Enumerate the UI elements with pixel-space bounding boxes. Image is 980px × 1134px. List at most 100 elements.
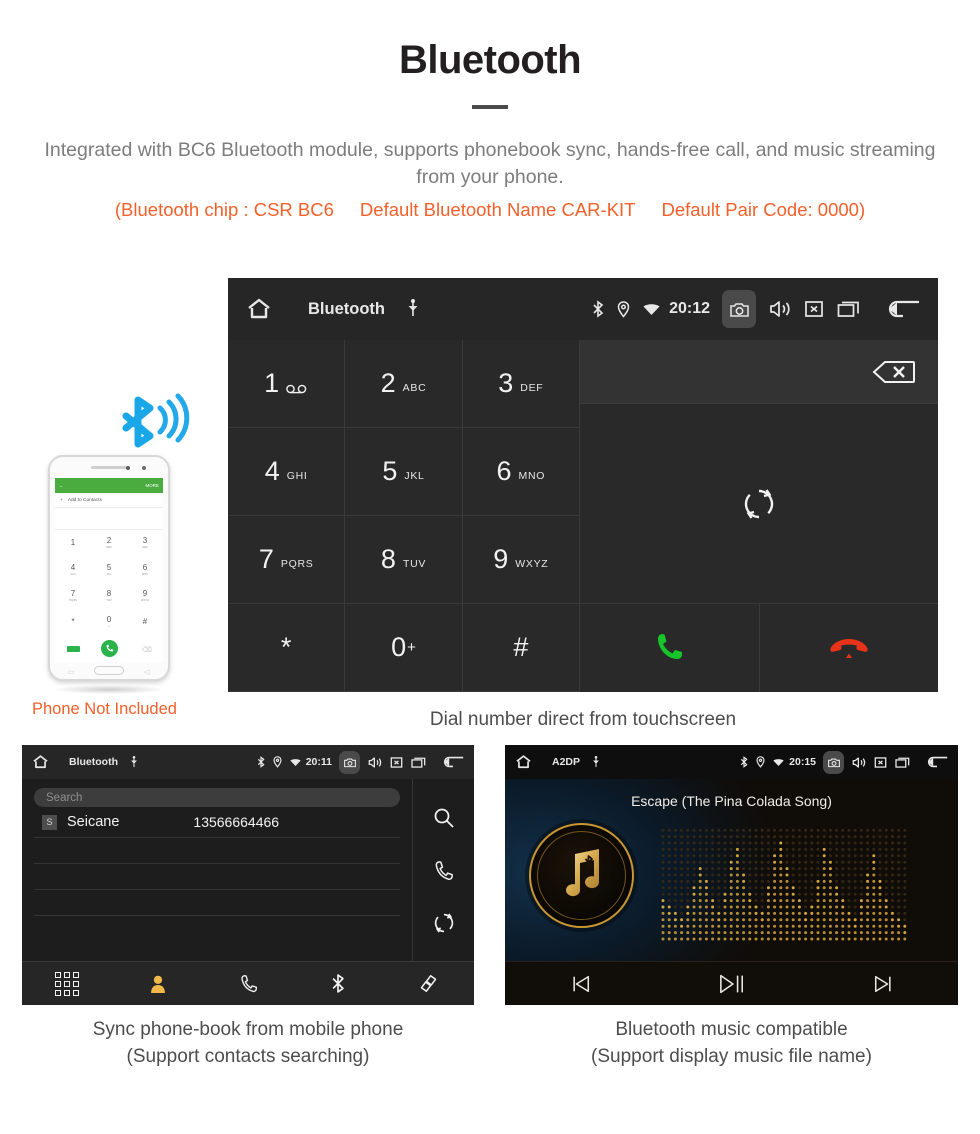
bluetooth-icon [331,973,345,994]
recents-icon[interactable] [837,299,860,319]
phone-key-6: 6 MNO [141,562,149,576]
phone-shadow [53,685,165,694]
search-icon[interactable] [433,807,455,829]
play-pause-icon [719,973,745,995]
close-icon[interactable] [390,756,403,769]
person-icon [149,974,167,994]
camera-icon[interactable] [722,290,756,328]
key-1[interactable]: 1 [228,340,346,428]
key-6[interactable]: 6 MNO [462,428,580,516]
phone-key-star: * [71,617,75,627]
previous-button[interactable] [505,974,656,994]
handset-icon[interactable] [433,860,454,881]
back-icon[interactable] [442,755,464,769]
phone-menu-key: ▭ [68,668,75,676]
song-title: Escape (The Pina Colada Song) [631,793,832,809]
phone-key-backspace: ⌫ [142,646,152,654]
end-call-icon [829,635,869,661]
sync-button[interactable] [580,404,938,604]
phone-back-arrow: ← [59,483,64,488]
dialpad-icon [55,971,80,996]
phone-call-button [91,636,127,662]
tab-call-log[interactable] [203,974,293,993]
dialer-right-pane [580,340,938,692]
key-4[interactable]: 4 GHI [228,428,346,516]
key-0[interactable]: 0 + [345,604,463,692]
volume-icon[interactable] [769,299,791,319]
volume-icon[interactable] [852,756,866,769]
recents-icon[interactable] [895,756,910,769]
close-icon[interactable] [874,756,887,769]
keypad: 1 2 ABC 3 DEF 4 GHI 5 JKL 6 MNO 7 PQRS 8 TUV 9W… [228,340,580,692]
contact-row[interactable]: S Seicane 13566664466 [34,807,400,838]
phonebook-screen: Bluetooth 20:11 Search S Seicane 1356666… [22,745,474,1005]
backspace-icon[interactable] [872,359,916,385]
spectrum-visualizer [660,825,910,943]
spec-pair-code: Default Pair Code: 0000) [661,199,866,220]
phone-key-3: 3 DEF [142,536,148,550]
phone-key-1: 1 [70,538,76,548]
sync-icon [742,487,776,521]
home-icon[interactable] [32,754,49,770]
music-controls [505,961,958,1005]
phone-keypad: 1 2 ABC 3 DEF 4 GHI 5 JKL 6 MNO 7 PQRS 8 TUV 9W… [55,530,163,662]
phone-key-4: 4 GHI [70,562,76,576]
location-icon [617,300,630,318]
plus-icon: + [60,497,63,503]
spec-line: (Bluetooth chip : CSR BC6 Default Bluetoo… [0,199,980,221]
phonebook-caption: Sync phone-book from mobile phone (Suppo… [22,1016,474,1070]
key-star[interactable]: * [228,604,346,692]
back-icon[interactable] [886,298,920,320]
phone-top-bezel [50,457,168,478]
phone-key-5: 5 JKL [106,562,112,576]
title-divider [472,105,508,109]
key-2[interactable]: 2 ABC [345,340,463,428]
camera-icon[interactable] [339,750,360,774]
sync-icon[interactable] [433,912,455,934]
skip-next-icon [873,974,893,994]
music-caption-line2: (Support display music file name) [591,1046,872,1067]
contact-row-empty [34,864,400,890]
music-clock: 20:15 [789,756,816,768]
wifi-icon [773,758,784,767]
tab-contacts[interactable] [112,974,202,994]
tab-keypad[interactable] [22,971,112,996]
search-input[interactable]: Search [34,788,400,807]
bluetooth-icon [257,756,265,768]
key-hash[interactable]: # [462,604,580,692]
key-8[interactable]: 8 TUV [345,516,463,604]
number-display[interactable] [580,340,938,404]
play-pause-button[interactable] [656,973,807,995]
close-icon[interactable] [804,299,824,319]
next-button[interactable] [807,974,958,994]
recents-icon[interactable] [411,756,426,769]
contact-list: Search S Seicane 13566664466 [22,779,412,961]
phone-home-button [94,666,124,675]
bluetooth-logo-graphic [118,386,204,448]
phone-add-contact-label: Add to Contacts [67,497,102,503]
phone-body: ← MORE + Add to Contacts 1 2 ABC 3 DEF 4 GH… [48,455,170,681]
page-title: Bluetooth [398,38,582,82]
phone-speaker [91,466,127,469]
tab-bluetooth[interactable] [293,973,383,994]
phonebook-side-rail [412,779,474,961]
key-5[interactable]: 5 JKL [345,428,463,516]
dialer-screen: Bluetooth 20:12 1 2 ABC 3 DEF 4 GHI 5 JK… [228,278,938,692]
page-description: Integrated with BC6 Bluetooth module, su… [44,139,936,188]
phone-number-field [55,508,163,530]
volume-icon[interactable] [368,756,382,769]
key-3[interactable]: 3 DEF [462,340,580,428]
home-icon[interactable] [246,297,272,321]
music-statusbar: A2DP 20:15 [505,745,958,779]
back-icon[interactable] [926,755,948,769]
tab-pair[interactable] [384,973,474,994]
key-9[interactable]: 9 WXYZ [462,516,580,604]
phonebook-body: Search S Seicane 13566664466 [22,779,474,961]
end-call-button[interactable] [759,604,938,692]
phone-key-8: 8 TUV [106,588,112,602]
home-icon[interactable] [515,754,532,770]
camera-icon[interactable] [823,750,844,774]
bluetooth-icon [740,756,748,768]
key-7[interactable]: 7 PQRS [228,516,346,604]
call-button[interactable] [580,604,760,692]
